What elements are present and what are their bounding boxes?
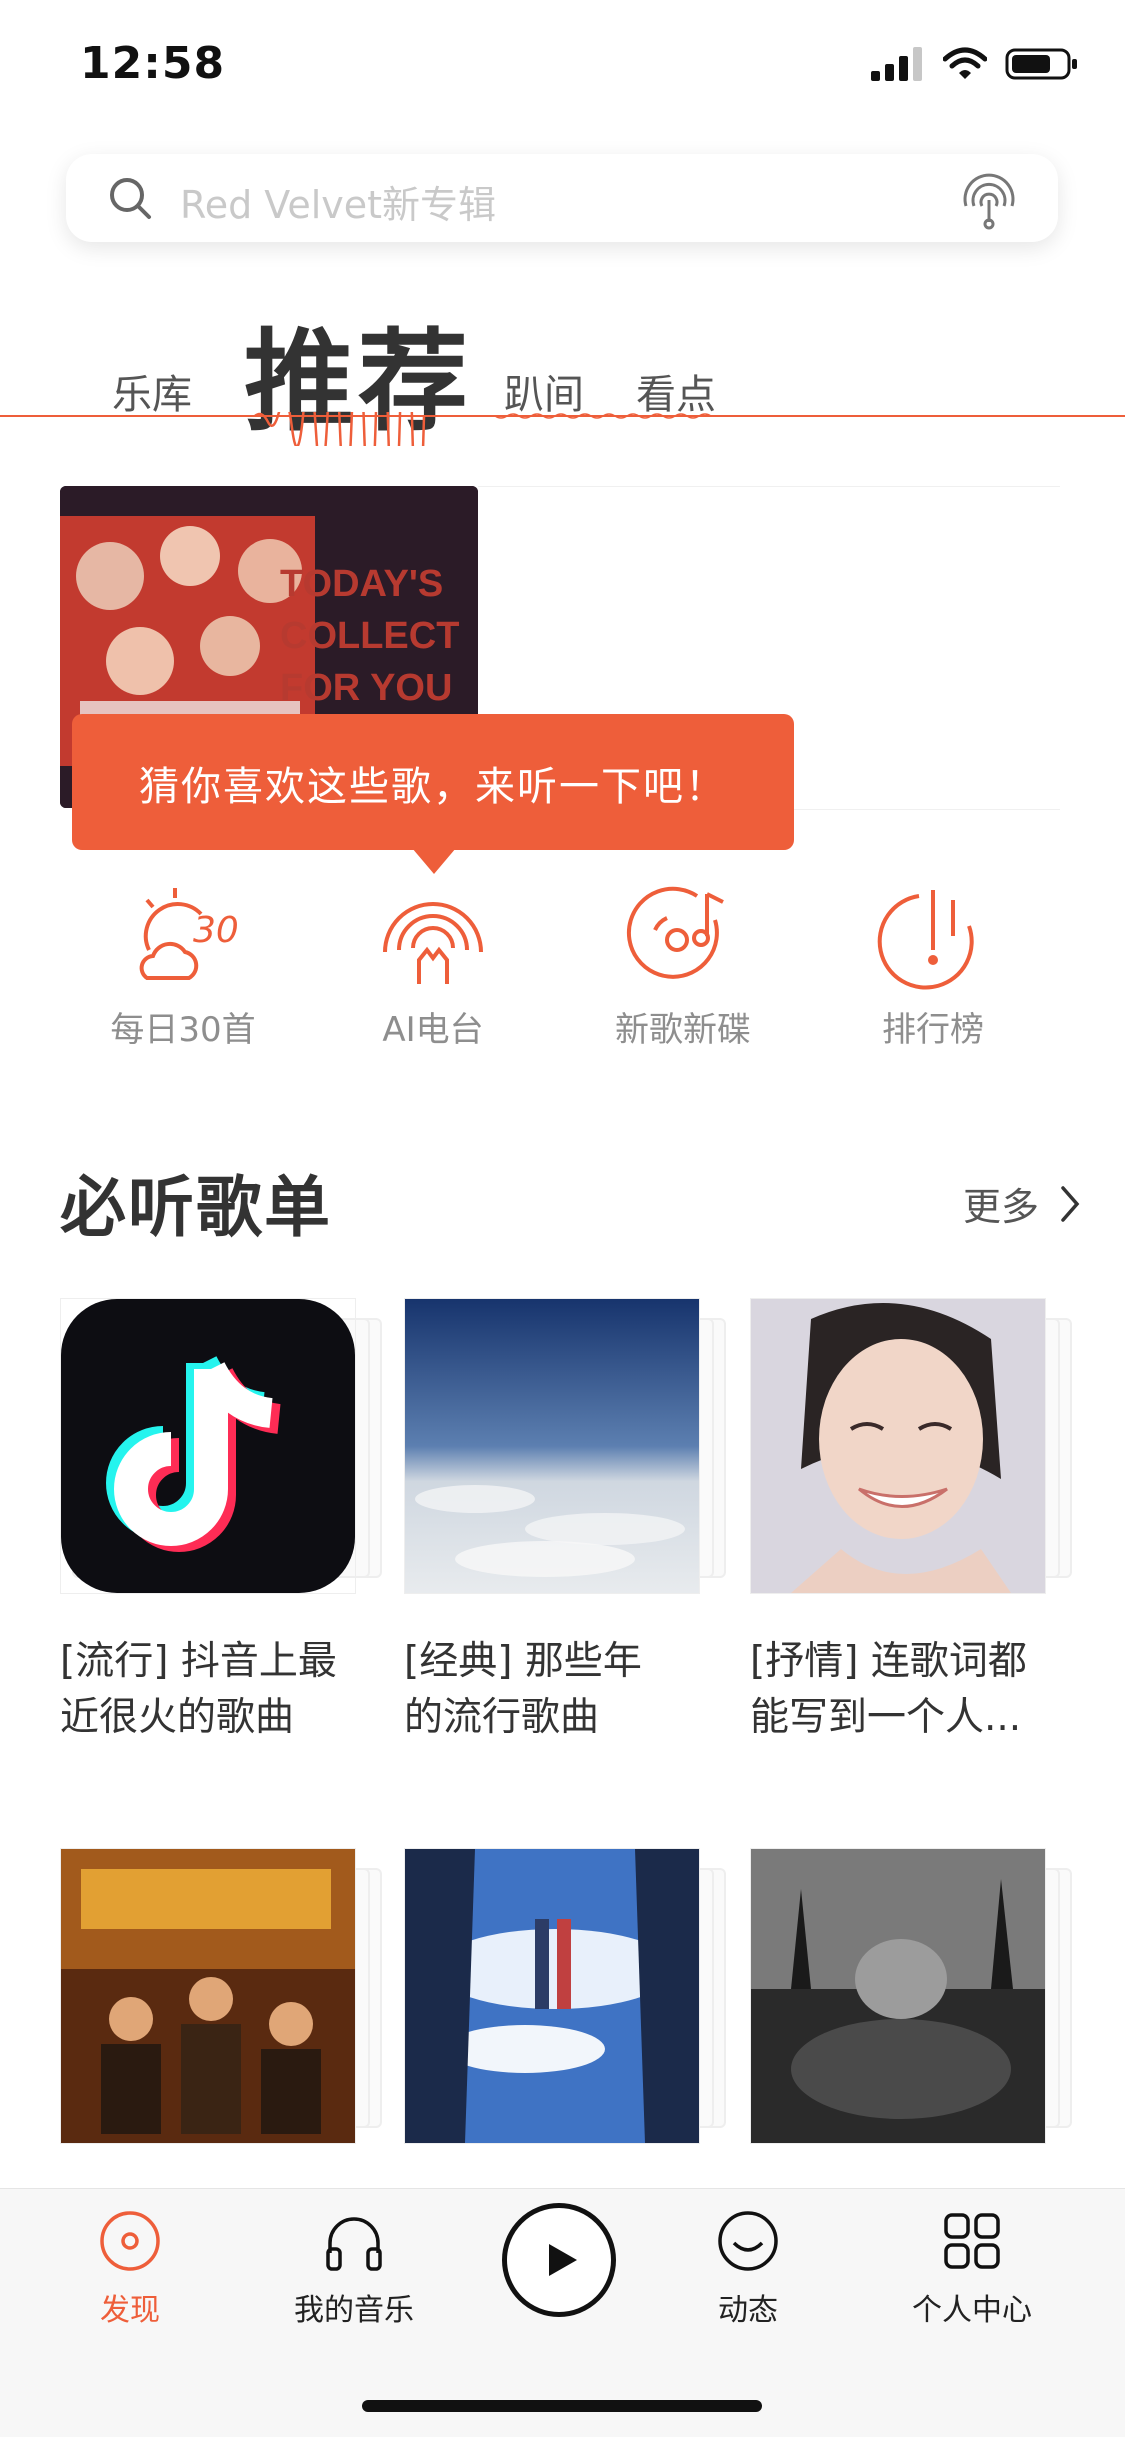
grid-icon xyxy=(944,2213,1000,2269)
anime-art-image xyxy=(405,1849,699,2143)
playlist-card[interactable] xyxy=(750,1848,1072,2144)
chevron-right-icon xyxy=(1061,1185,1080,1222)
quick-entry-chart[interactable]: 排行榜 xyxy=(808,880,1058,1051)
banner-line-2: COLLECT xyxy=(280,615,459,657)
recommend-tooltip[interactable]: 猜你喜欢这些歌，来听一下吧！ xyxy=(72,714,794,874)
quick-entry-label: 新歌新碟 xyxy=(615,1010,751,1050)
status-time: 12:58 xyxy=(80,38,226,89)
playlist-cover xyxy=(404,1848,700,2144)
quick-entry-label: AI电台 xyxy=(382,1010,484,1050)
playlist-card[interactable] xyxy=(60,1848,382,2144)
search-bar[interactable]: Red Velvet新专辑 xyxy=(66,154,1058,242)
playlist-title: [流行] 抖音上最 近很火的歌曲 xyxy=(60,1634,370,1746)
playlist-cover xyxy=(60,1298,356,1594)
tab-label: 动态 xyxy=(718,2293,778,2328)
discover-icon xyxy=(100,2211,160,2271)
quick-entry-daily-30[interactable]: 30 每日30首 xyxy=(58,880,308,1051)
tiktok-logo-icon xyxy=(61,1299,355,1593)
tab-waveform-indicator xyxy=(0,412,1125,446)
tab-label: 个人中心 xyxy=(912,2293,1032,2328)
quick-entry-label: 排行榜 xyxy=(882,1010,984,1050)
section-title: 必听歌单 xyxy=(60,1169,332,1246)
sky-clouds-image xyxy=(405,1299,699,1593)
playlist-title-line: [抒情] 连歌词都 xyxy=(750,1639,1027,1684)
chart-rank-icon xyxy=(877,890,974,990)
play-icon xyxy=(549,2244,577,2276)
playlist-cover xyxy=(750,1848,1046,2144)
section-more-label: 更多 xyxy=(962,1185,1039,1229)
dark-forest-image xyxy=(751,1849,1045,2143)
playlist-title-line: 近很火的歌曲 xyxy=(60,1695,295,1740)
playlist-cover xyxy=(60,1848,356,2144)
playlist-title-line: [经典] 那些年 xyxy=(404,1639,642,1684)
tooltip-arrow xyxy=(412,848,456,874)
section-more-link[interactable]: 更多 xyxy=(963,1176,1081,1231)
quick-entry-new-album[interactable]: 新歌新碟 xyxy=(558,880,808,1051)
playlist-card[interactable]: [抒情] 连歌词都 能写到一个人... xyxy=(750,1298,1072,1746)
tooltip-text: 猜你喜欢这些歌，来听一下吧！ xyxy=(139,764,727,810)
status-icons xyxy=(871,44,1079,84)
playlist-title: [经典] 那些年 的流行歌曲 xyxy=(404,1634,714,1746)
playlist-card[interactable]: [流行] 抖音上最 近很火的歌曲 xyxy=(60,1298,382,1746)
search-icon xyxy=(110,178,151,219)
ai-radio-icon xyxy=(383,902,483,984)
headphones-icon xyxy=(326,2217,382,2271)
band-poster-image xyxy=(61,1849,355,2143)
playlist-title: [抒情] 连歌词都 能写到一个人... xyxy=(750,1634,1060,1746)
wifi-icon xyxy=(943,47,987,79)
tab-my-music[interactable]: 我的音乐 xyxy=(264,2209,444,2329)
tab-profile[interactable]: 个人中心 xyxy=(882,2209,1062,2329)
top-tabs: 乐库 推荐 趴间 看点 xyxy=(0,290,1125,446)
playlist-card[interactable] xyxy=(404,1848,726,2144)
search-placeholder: Red Velvet新专辑 xyxy=(180,183,497,227)
playlist-title-line: 的流行歌曲 xyxy=(404,1695,600,1740)
quick-entry-ai-radio[interactable]: AI电台 xyxy=(308,880,558,1051)
battery-icon xyxy=(1005,48,1077,80)
tab-label: 我的音乐 xyxy=(294,2293,414,2328)
playlist-cover xyxy=(750,1298,1046,1594)
home-indicator[interactable] xyxy=(362,2400,762,2412)
daily-30-badge: 30 xyxy=(193,910,239,951)
tab-feed[interactable]: 动态 xyxy=(658,2209,838,2329)
playlist-card[interactable]: [经典] 那些年 的流行歌曲 xyxy=(404,1298,726,1746)
quick-entry-label: 每日30首 xyxy=(110,1010,256,1050)
playlist-title-line: 能写到一个人... xyxy=(750,1695,1022,1740)
playlist-title-line: [流行] 抖音上最 xyxy=(60,1639,337,1684)
tab-discover[interactable]: 发现 xyxy=(40,2209,220,2329)
daily-30-icon: 30 xyxy=(139,888,239,980)
portrait-photo xyxy=(751,1299,1045,1593)
banner-line-1: TODAY'S xyxy=(280,563,443,605)
tab-label: 发现 xyxy=(100,2293,160,2328)
quick-entries: 30 每日30首 AI电台 新歌新碟 排行榜 xyxy=(0,880,1125,1060)
signal-icon xyxy=(871,47,922,81)
new-album-icon xyxy=(626,886,724,979)
play-button[interactable] xyxy=(502,2203,616,2317)
playlist-cover xyxy=(404,1298,700,1594)
voice-recognition-icon[interactable] xyxy=(956,166,1022,232)
smile-icon xyxy=(718,2211,778,2271)
banner-line-3: FOR YOU xyxy=(280,667,452,709)
